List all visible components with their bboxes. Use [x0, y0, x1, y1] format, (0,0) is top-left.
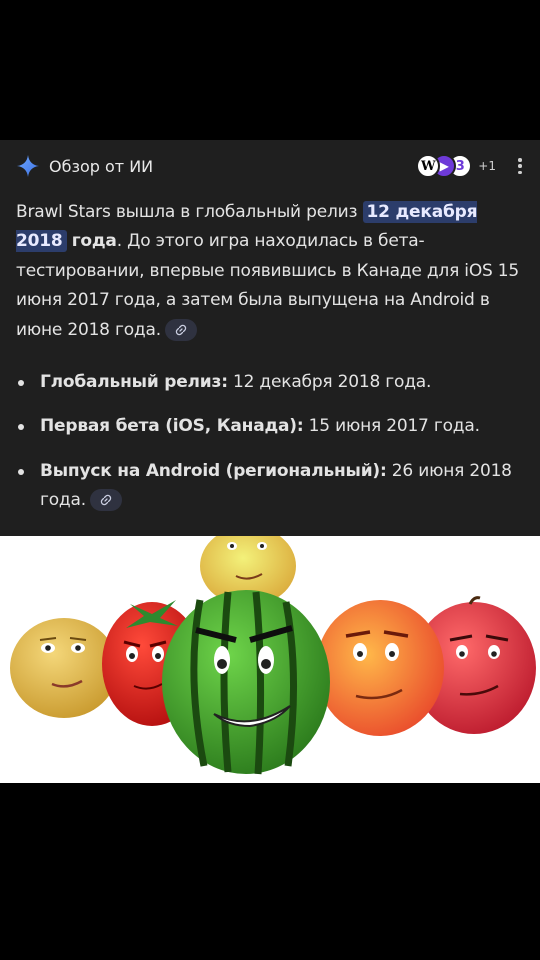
peach-face	[316, 600, 444, 736]
bullet-label: Выпуск на Android (региональный):	[40, 460, 387, 481]
link-icon	[175, 324, 187, 335]
fruit-faces-image	[0, 536, 540, 783]
bullet-value: 15 июня 2017 года.	[303, 416, 480, 437]
overview-title: Обзор от ИИ	[49, 156, 154, 176]
summary-text-1: Brawl Stars вышла в глобальный релиз	[16, 202, 363, 222]
overview-header: Обзор от ИИ W ▶ 3 +1	[16, 154, 526, 178]
list-item: Выпуск на Android (региональный): 26 июн…	[16, 457, 528, 516]
bullet-value: 12 декабря 2018 года.	[227, 372, 432, 392]
top-black-area	[0, 0, 540, 140]
bullet-label: Первая бета (iOS, Канада):	[40, 416, 304, 437]
summary-link-button[interactable]	[164, 318, 197, 341]
bottom-black-area	[0, 783, 540, 960]
sparkle-icon	[17, 155, 39, 177]
list-item: Первая бета (iOS, Канада): 15 июня 2017 …	[16, 412, 528, 441]
source-icons[interactable]: W ▶ 3	[416, 154, 473, 178]
more-sources-count[interactable]: +1	[478, 159, 496, 173]
more-options-icon[interactable]	[514, 156, 526, 176]
overview-summary: Brawl Stars вышла в глобальный релиз 12 …	[16, 198, 528, 345]
overview-bullet-list: Глобальный релиз: 12 декабря 2018 года. …	[16, 368, 528, 531]
potato-face	[10, 618, 118, 718]
highlight-year-word: года	[71, 231, 117, 252]
ai-overview-panel: Обзор от ИИ W ▶ 3 +1 Brawl Stars вышла в…	[0, 140, 540, 536]
list-item: Глобальный релиз: 12 декабря 2018 года.	[16, 368, 528, 397]
bullet-label: Глобальный релиз:	[40, 372, 228, 392]
watermelon-face	[162, 590, 330, 775]
link-icon	[100, 495, 112, 506]
bullet-link-button[interactable]	[89, 489, 122, 512]
